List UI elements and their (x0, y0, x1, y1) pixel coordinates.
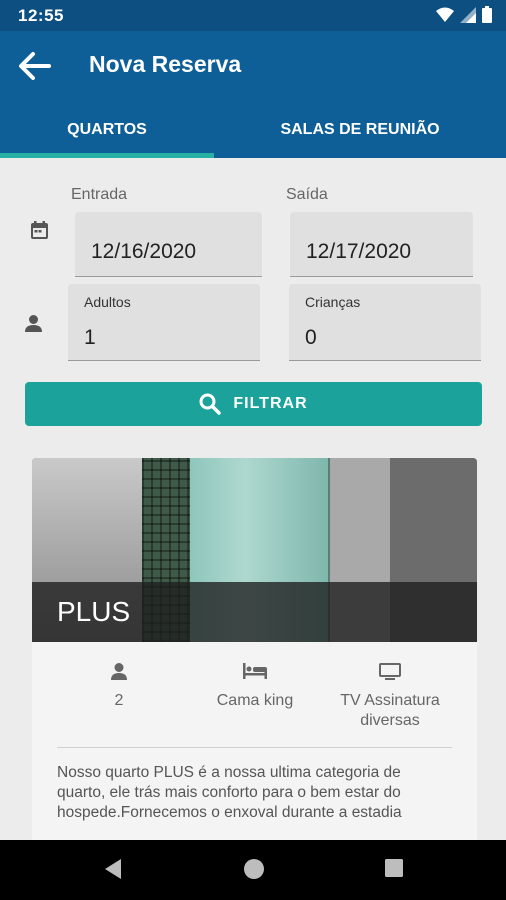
room-name: PLUS (57, 596, 131, 627)
adults-label: Adultos (84, 294, 131, 310)
checkout-date-field[interactable]: 12/17/2020 (290, 212, 473, 277)
checkin-date-field[interactable]: 12/16/2020 (75, 212, 262, 277)
app-bar: Nova Reserva (0, 31, 506, 101)
recents-square-icon[interactable] (384, 858, 404, 878)
amenity-tv-label-line2: diversas (360, 712, 420, 729)
amenity-bed-label: Cama king (216, 692, 294, 709)
arrow-left-icon[interactable] (18, 51, 52, 81)
amenity-guests-label: 2 (114, 692, 124, 709)
bed-icon (243, 663, 267, 679)
adults-field[interactable]: Adultos 1 (68, 284, 260, 361)
amenity-bed: Cama king (180, 663, 330, 711)
children-value: 0 (305, 326, 317, 349)
amenity-guests: 2 (44, 663, 194, 711)
checkout-label: Saída (286, 186, 328, 203)
description-line: hospede.Fornecemos o enxoval durante a e… (57, 804, 402, 821)
room-card[interactable]: PLUS 2 Cama king TV Assinatura diversas … (32, 458, 477, 858)
filter-label: FILTRAR (233, 395, 308, 412)
room-description: Nosso quarto PLUS é a nossa ultima categ… (57, 763, 457, 823)
wifi-icon (436, 7, 454, 22)
children-field[interactable]: Crianças 0 (289, 284, 481, 361)
checkin-label: Entrada (71, 186, 128, 203)
battery-icon (482, 6, 492, 23)
amenity-tv: TV Assinatura diversas (315, 663, 465, 731)
back-triangle-icon[interactable] (103, 858, 123, 880)
description-line: Nosso quarto PLUS é a nossa ultima categ… (57, 764, 401, 781)
room-caption: PLUS (32, 582, 477, 642)
checkin-date-value: 12/16/2020 (91, 240, 197, 263)
calendar-icon (31, 221, 48, 239)
person-icon (25, 315, 42, 332)
page-title: Nova Reserva (89, 51, 242, 77)
description-line: quarto, ele trás mais conforto para o be… (57, 784, 401, 801)
checkout-date-value: 12/17/2020 (306, 240, 412, 263)
status-time: 12:55 (18, 6, 64, 25)
children-label: Crianças (305, 294, 361, 310)
signal-icon (460, 6, 476, 23)
room-photo: PLUS (32, 458, 477, 642)
filter-button[interactable]: FILTRAR (25, 382, 482, 426)
adults-value: 1 (84, 326, 96, 349)
tab-bar: QUARTOS SALAS DE REUNIÃO (0, 101, 506, 158)
status-bar: 12:55 (0, 0, 506, 31)
tab-quartos[interactable]: QUARTOS (0, 101, 214, 158)
tv-icon (379, 663, 401, 680)
amenity-tv-label-line1: TV Assinatura (340, 692, 440, 709)
home-circle-icon[interactable] (243, 858, 265, 880)
tab-salas-de-reuniao[interactable]: SALAS DE REUNIÃO (214, 101, 506, 158)
system-nav-bar (0, 840, 506, 900)
card-divider (57, 747, 452, 748)
search-icon (199, 393, 222, 415)
tab-indicator (0, 153, 214, 158)
person-icon (111, 663, 127, 680)
